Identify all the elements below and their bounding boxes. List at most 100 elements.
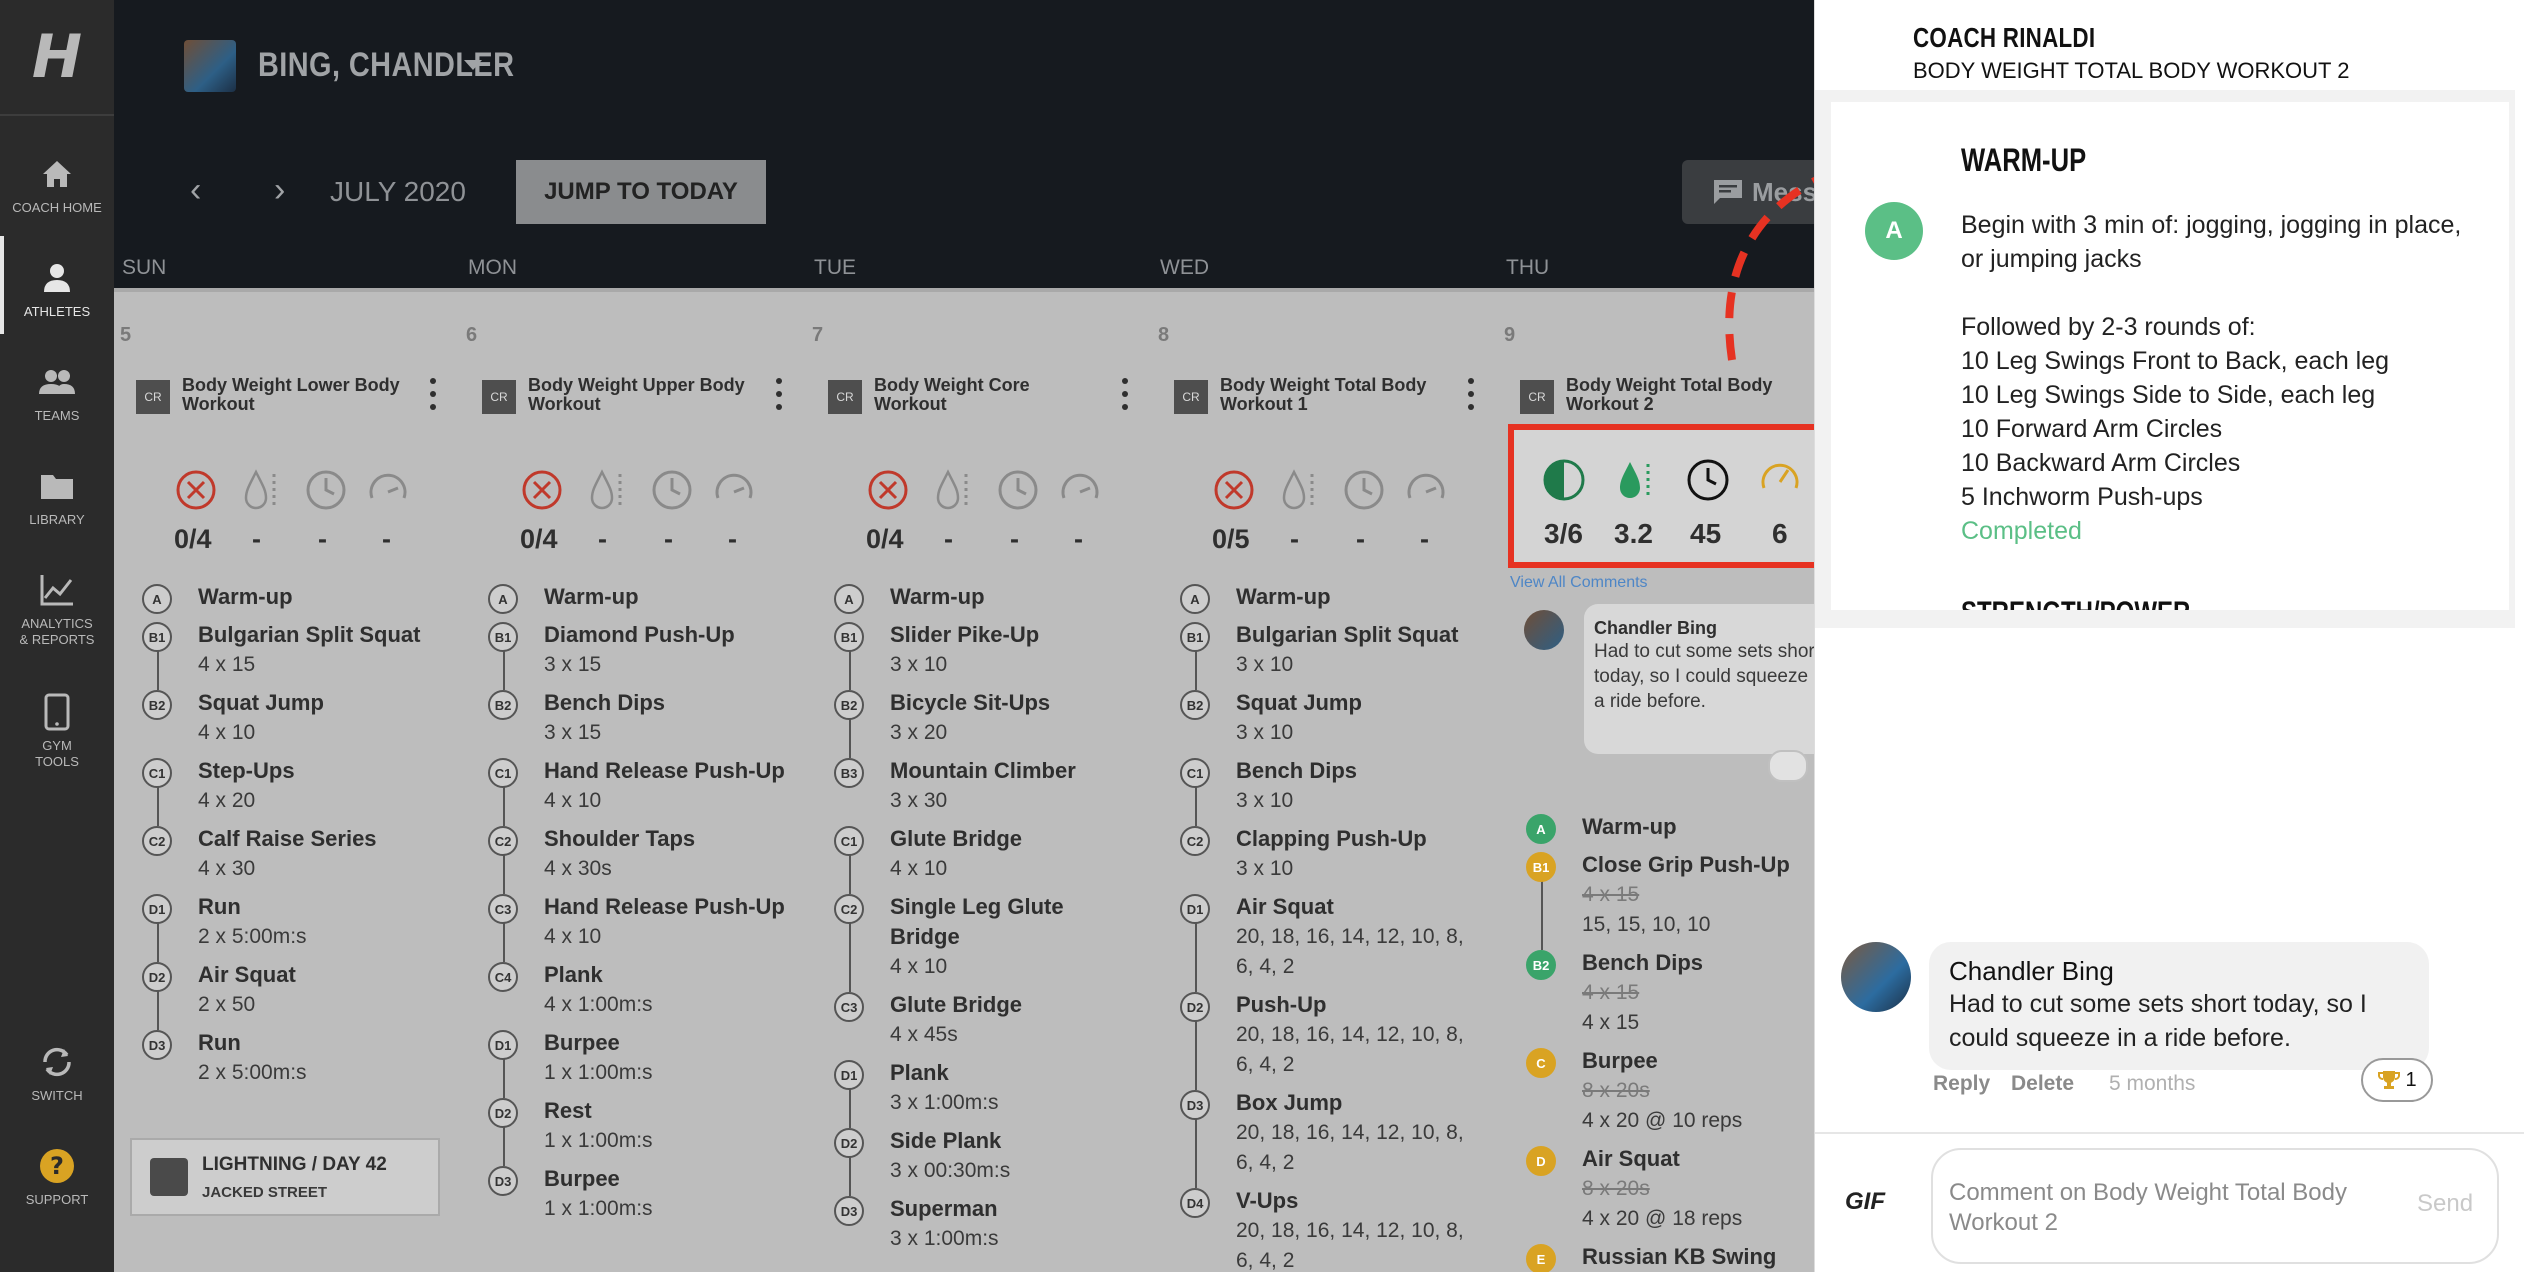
exercise-item[interactable]: E Russian KB Swing	[1526, 1242, 1814, 1272]
workout-stats[interactable]: 0/4 - - -	[502, 448, 762, 566]
day-column: 6 CR Body Weight Upper Body Workout 0/4 - - - A…	[460, 292, 800, 1272]
reply-button[interactable]: Reply	[1933, 1072, 1990, 1096]
sidebar-item-switch[interactable]: SWITCH	[0, 1042, 114, 1104]
exercise-item[interactable]: C2 Shoulder Taps 4 x 30s	[488, 824, 788, 884]
trophy-reaction-badge[interactable]	[1768, 750, 1808, 782]
exercise-item[interactable]: D2 Air Squat 2 x 50	[142, 960, 442, 1020]
exercise-item[interactable]: D1 Plank 3 x 1:00m:s	[834, 1058, 1134, 1118]
next-month-button[interactable]: ›	[274, 172, 285, 208]
workout-card-header[interactable]: CR Body Weight Upper Body Workout	[482, 376, 802, 416]
completion-half-icon	[1543, 459, 1585, 501]
workout-detail-card[interactable]: WARM-UP A Begin with 3 min of: jogging, …	[1831, 102, 2509, 610]
workout-card-header[interactable]: CR Body Weight Core Workout	[828, 376, 1148, 416]
exercise-item[interactable]: D2 Push-Up 20, 18, 16, 14, 12, 10, 8, 6, 4…	[1180, 990, 1480, 1080]
exercise-item[interactable]: C1 Bench Dips 3 x 10	[1180, 756, 1480, 816]
exercise-name: Burpee	[544, 1166, 620, 1191]
exercise-item[interactable]: B2 Bicycle Sit-Ups 3 x 20	[834, 688, 1134, 748]
exercise-item[interactable]: D4 V-Ups 20, 18, 16, 14, 12, 10, 8, 6, 4, …	[1180, 1186, 1480, 1272]
exercise-item[interactable]: B1 Bulgarian Split Squat 4 x 15	[142, 620, 442, 680]
exercise-item[interactable]: B1 Diamond Push-Up 3 x 15	[488, 620, 788, 680]
send-button[interactable]: Send	[2417, 1190, 2473, 1218]
program-card[interactable]: LIGHTNING / DAY 42 JACKED STREET	[130, 1138, 440, 1216]
exercise-item[interactable]: D1 Run 2 x 5:00m:s	[142, 892, 442, 952]
more-options-icon[interactable]	[774, 378, 784, 410]
exercise-name: Close Grip Push-Up	[1582, 852, 1790, 877]
workout-card-header[interactable]: CR Body Weight Total Body Workout 2	[1520, 376, 1814, 416]
exercise-item[interactable]: D2 Side Plank 3 x 00:30m:s	[834, 1126, 1134, 1186]
sidebar-item-analytics[interactable]: ANALYTICS & REPORTS	[0, 570, 114, 648]
sidebar-item-label: COACH HOME	[12, 200, 102, 215]
more-options-icon[interactable]	[428, 378, 438, 410]
chevron-down-icon[interactable]	[464, 60, 482, 70]
exercise-item[interactable]: C4 Plank 4 x 1:00m:s	[488, 960, 788, 1020]
exercise-item[interactable]: C2 Calf Raise Series 4 x 30	[142, 824, 442, 884]
exercise-item[interactable]: B1 Bulgarian Split Squat 3 x 10	[1180, 620, 1480, 680]
exercise-name: Run	[198, 894, 241, 919]
workout-card-header[interactable]: CR Body Weight Lower Body Workout	[136, 376, 456, 416]
more-options-icon[interactable]	[1120, 378, 1130, 410]
mini-comment[interactable]: Chandler Bing Had to cut some sets short…	[1524, 604, 1814, 764]
exercise-item[interactable]: C3 Glute Bridge 4 x 45s	[834, 990, 1134, 1050]
sidebar-item-library[interactable]: LIBRARY	[0, 466, 114, 528]
more-options-icon[interactable]	[1466, 378, 1476, 410]
exercise-item[interactable]: A Warm-up	[142, 582, 442, 614]
exercise-item[interactable]: C Burpee 8 x 20s 4 x 20 @ 10 reps	[1526, 1046, 1814, 1136]
exercise-item[interactable]: D3 Superman 3 x 1:00m:s	[834, 1194, 1134, 1254]
exercise-name: V-Ups	[1236, 1188, 1299, 1213]
exercise-item[interactable]: C2 Clapping Push-Up 3 x 10	[1180, 824, 1480, 884]
exercise-item[interactable]: B2 Squat Jump 4 x 10	[142, 688, 442, 748]
exercise-item[interactable]: A Warm-up	[1180, 582, 1480, 614]
exercise-item[interactable]: D2 Rest 1 x 1:00m:s	[488, 1096, 788, 1156]
sidebar-item-gym-tools[interactable]: GYM TOOLS	[0, 692, 114, 770]
exercise-item[interactable]: C1 Glute Bridge 4 x 10	[834, 824, 1134, 884]
prev-month-button[interactable]: ‹	[190, 172, 201, 208]
comment-input[interactable]: Comment on Body Weight Total Body Workou…	[1931, 1148, 2499, 1264]
jump-to-today-button[interactable]: JUMP TO TODAY	[516, 160, 766, 224]
exercise-item[interactable]: D3 Box Jump 20, 18, 16, 14, 12, 10, 8, 6, …	[1180, 1088, 1480, 1178]
delete-button[interactable]: Delete	[2011, 1072, 2074, 1096]
exercise-name: Bench Dips	[1236, 758, 1358, 783]
trophy-reaction-badge[interactable]: 1	[2361, 1058, 2433, 1102]
athlete-avatar[interactable]	[184, 40, 236, 92]
exercise-item[interactable]: B3 Mountain Climber 3 x 30	[834, 756, 1134, 816]
exercise-item[interactable]: B2 Bench Dips 4 x 15 4 x 15	[1526, 948, 1814, 1038]
status-completed: Completed	[1961, 517, 2082, 545]
exercise-item[interactable]: C3 Hand Release Push-Up 4 x 10	[488, 892, 788, 952]
exercise-item[interactable]: B2 Bench Dips 3 x 15	[488, 688, 788, 748]
exercise-label-badge: B2	[142, 690, 172, 720]
exercise-item[interactable]: A Warm-up	[488, 582, 788, 614]
date-number: 7	[812, 324, 824, 346]
exercise-item[interactable]: D3 Run 2 x 5:00m:s	[142, 1028, 442, 1088]
app-logo[interactable]: H	[0, 0, 114, 116]
view-all-comments-link[interactable]: View All Comments	[1510, 574, 1648, 592]
exercise-item[interactable]: C1 Step-Ups 4 x 20	[142, 756, 442, 816]
exercise-sets: 3 x 10	[1236, 721, 1294, 744]
workout-card-header[interactable]: CR Body Weight Total Body Workout 1	[1174, 376, 1494, 416]
exercise-item[interactable]: C2 Single Leg Glute Bridge 4 x 10	[834, 892, 1134, 982]
exercise-item[interactable]: A Warm-up	[1526, 812, 1814, 844]
workout-stats[interactable]: 0/4 - - -	[156, 448, 416, 566]
exercise-item[interactable]: B2 Squat Jump 3 x 10	[1180, 688, 1480, 748]
workout-stats[interactable]: 0/4 - - -	[848, 448, 1108, 566]
sidebar-item-support[interactable]: ? SUPPORT	[0, 1146, 114, 1208]
highlighted-workout-stats[interactable]: 3/6 3.2 45 6	[1508, 424, 1814, 568]
exercise-item[interactable]: D1 Burpee 1 x 1:00m:s	[488, 1028, 788, 1088]
sidebar-item-teams[interactable]: TEAMS	[0, 362, 114, 424]
exercise-sets: 3 x 15	[544, 721, 602, 744]
sidebar-item-athletes[interactable]: ATHLETES	[0, 236, 114, 334]
exercise-item[interactable]: B1 Close Grip Push-Up 4 x 15 15, 15, 10, 10	[1526, 850, 1814, 940]
workout-stats[interactable]: 0/5 - - -	[1194, 448, 1454, 566]
exercise-label-badge: A	[1526, 814, 1556, 844]
exercise-item[interactable]: D Air Squat 8 x 20s 4 x 20 @ 18 reps	[1526, 1144, 1814, 1234]
exercise-item[interactable]: B1 Slider Pike-Up 3 x 10	[834, 620, 1134, 680]
exercise-name: Push-Up	[1236, 992, 1327, 1017]
gif-button[interactable]: GIF	[1845, 1188, 1885, 1216]
exercise-item[interactable]: C1 Hand Release Push-Up 4 x 10	[488, 756, 788, 816]
exercise-name: Glute Bridge	[890, 992, 1023, 1017]
date-number: 9	[1504, 324, 1516, 346]
workout-title: Body Weight Total Body Workout 2	[1566, 375, 1773, 414]
exercise-item[interactable]: D1 Air Squat 20, 18, 16, 14, 12, 10, 8, 6,…	[1180, 892, 1480, 982]
sidebar-item-coach-home[interactable]: COACH HOME	[0, 154, 114, 216]
exercise-item[interactable]: A Warm-up	[834, 582, 1134, 614]
exercise-item[interactable]: D3 Burpee 1 x 1:00m:s	[488, 1164, 788, 1224]
